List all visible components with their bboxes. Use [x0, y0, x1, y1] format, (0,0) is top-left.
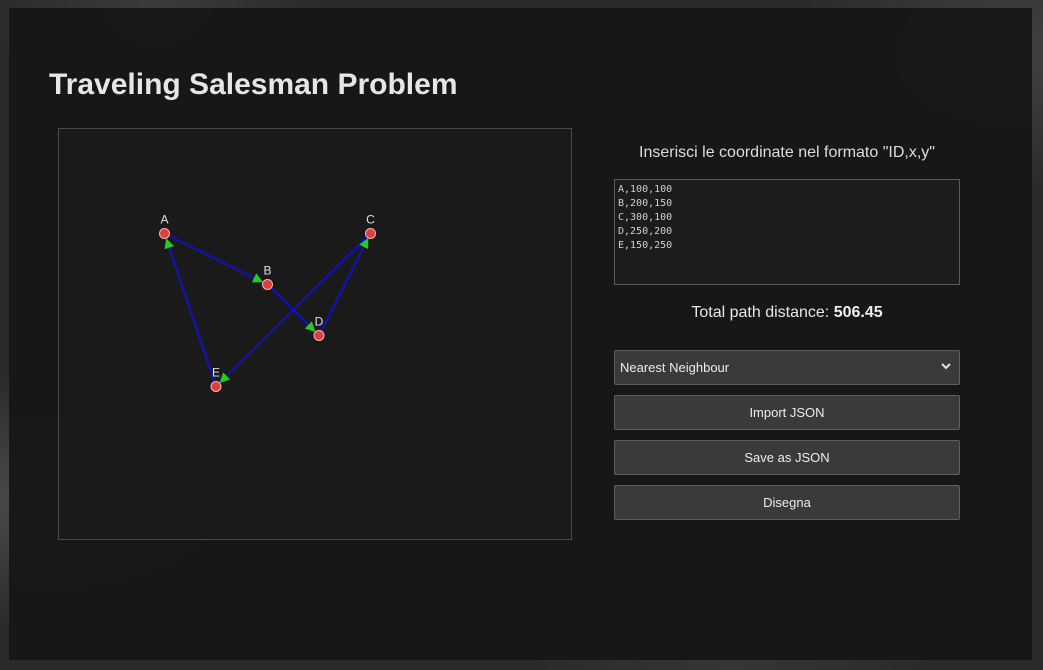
arrow-head-A: [164, 238, 175, 250]
tour-edge-D-C: [318, 233, 372, 336]
node-E: [210, 381, 222, 392]
node-B: [262, 279, 273, 290]
tour-canvas[interactable]: A B C D E: [58, 128, 572, 540]
node-label-E: E: [212, 366, 220, 380]
algorithm-select[interactable]: Nearest Neighbour: [614, 350, 960, 385]
import-json-button[interactable]: Import JSON: [614, 395, 960, 430]
page-title: Traveling Salesman Problem: [49, 68, 458, 101]
node-D: [313, 330, 325, 341]
node-label-A: A: [160, 213, 168, 227]
algorithm-selected-value: Nearest Neighbour: [620, 360, 730, 375]
distance-label: Total path distance:: [691, 304, 830, 321]
distance-value: 506.45: [833, 304, 883, 321]
tour-edge-C-E: [215, 232, 372, 388]
node-label-D: D: [315, 315, 324, 329]
coordinates-prompt: Inserisci le coordinate nel formato "ID,…: [639, 144, 935, 161]
tour-edge-E-A: [163, 233, 217, 387]
draw-button[interactable]: Disegna: [614, 485, 960, 520]
node-A: [159, 228, 170, 239]
node-label-B: B: [263, 264, 271, 278]
chevron-down-icon: [941, 363, 951, 370]
coordinates-input[interactable]: [614, 179, 960, 285]
node-C: [365, 228, 376, 239]
tour-graph: A B C D E: [159, 213, 376, 392]
total-distance: Total path distance: 506.45: [614, 304, 960, 322]
save-json-button[interactable]: Save as JSON: [614, 440, 960, 475]
node-label-C: C: [366, 213, 375, 227]
